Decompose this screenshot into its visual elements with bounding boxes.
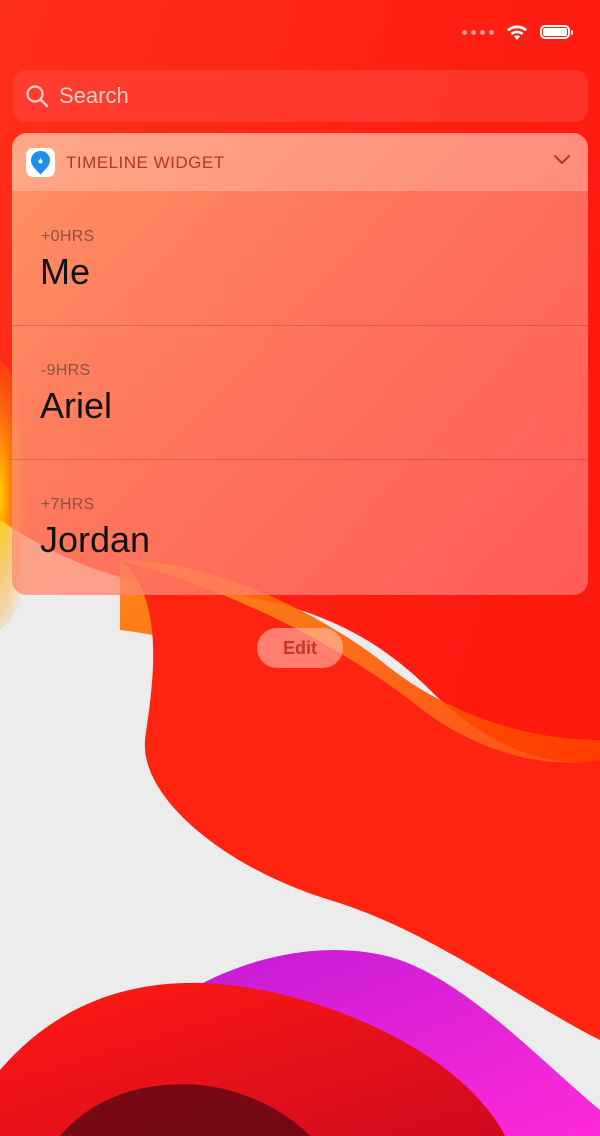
time-offset-label: +7HRS bbox=[41, 496, 95, 513]
time-offset-label: -9HRS bbox=[41, 362, 91, 379]
signal-dots-icon bbox=[462, 29, 494, 35]
widget-title: TIMELINE WIDGET bbox=[66, 153, 225, 172]
search-icon bbox=[26, 85, 49, 108]
widget-header[interactable]: TIMELINE WIDGET bbox=[12, 133, 588, 191]
widget-screen: TIMELINE WIDGET +0HRS Me -9HRS Ariel +7H… bbox=[0, 0, 600, 1136]
status-bar bbox=[462, 22, 573, 42]
wifi-icon bbox=[507, 25, 527, 40]
person-name: Ariel bbox=[40, 385, 113, 426]
search-bar[interactable] bbox=[13, 70, 588, 122]
timeline-app-icon bbox=[26, 148, 55, 177]
battery-icon bbox=[540, 25, 573, 39]
search-input[interactable] bbox=[57, 82, 541, 110]
timeline-row-ariel[interactable]: -9HRS Ariel bbox=[12, 325, 588, 459]
chevron-down-icon[interactable] bbox=[552, 153, 572, 167]
person-name: Jordan bbox=[40, 519, 151, 560]
timeline-row-jordan[interactable]: +7HRS Jordan bbox=[12, 459, 588, 593]
timeline-widget: TIMELINE WIDGET +0HRS Me -9HRS Ariel +7H… bbox=[12, 133, 588, 595]
timeline-row-me[interactable]: +0HRS Me bbox=[12, 191, 588, 325]
edit-button[interactable]: Edit bbox=[257, 628, 343, 668]
person-name: Me bbox=[40, 251, 91, 292]
time-offset-label: +0HRS bbox=[41, 228, 95, 245]
